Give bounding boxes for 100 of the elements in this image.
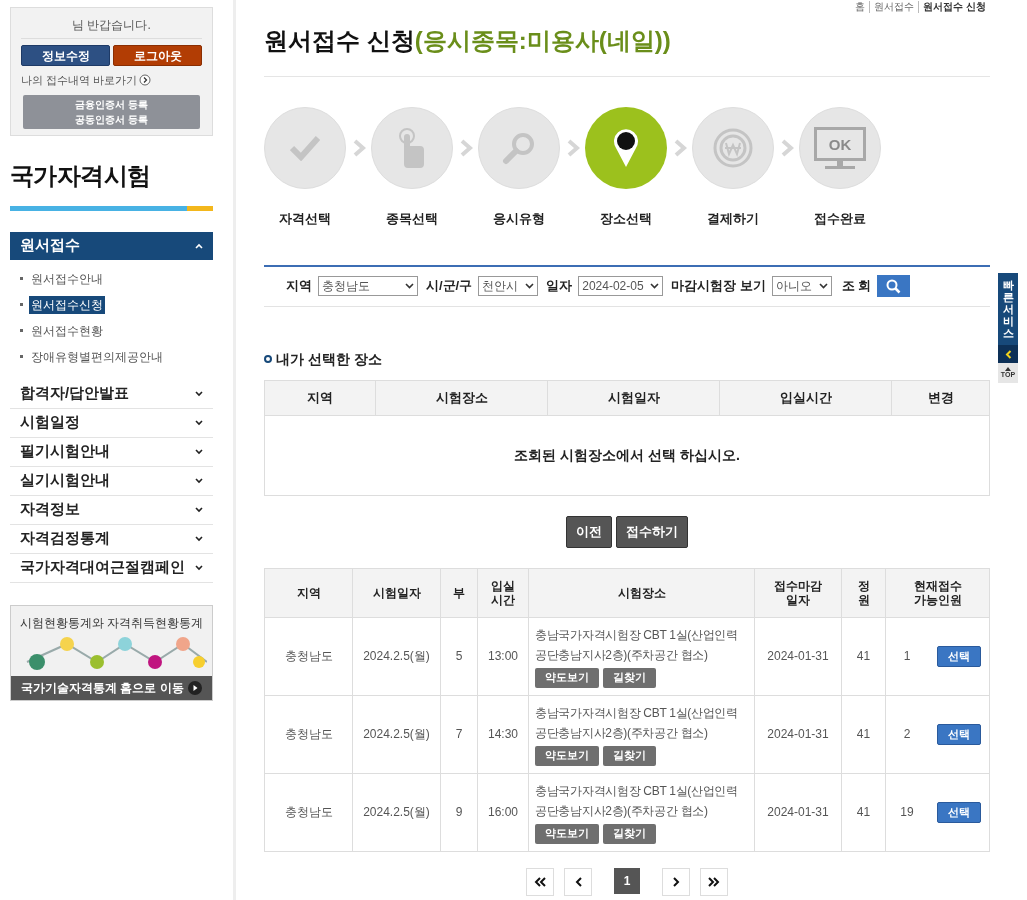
directions-button[interactable]: 길찾기 [603,667,656,688]
statistics-banner[interactable]: 시험현황통계와 자격취득현황통계 국가기술자격통계 홈으로 이동 [10,604,213,701]
breadcrumb-link[interactable]: 홈 [851,1,870,13]
menu-item[interactable]: 원서접수 [10,231,213,260]
logout-button[interactable]: 로그아웃 [113,45,202,66]
first-page-button[interactable] [526,867,554,896]
filter-select[interactable]: 2024-02-05 [578,276,664,296]
table-cell: 2024.2.5(월) [352,772,440,851]
chevron-down-icon [195,419,203,426]
chevron-down-icon [195,564,203,571]
pointing-hand-icon [398,128,426,168]
step-label: 응시유형 [493,210,545,228]
submenu-item[interactable]: 원서접수신청 [29,295,105,314]
search-icon [886,278,902,294]
map-button[interactable]: 약도보기 [535,745,599,766]
my-applications-link[interactable]: 나의 접수내역 바로가기 [21,72,138,89]
directions-button[interactable]: 길찾기 [603,823,656,844]
table-cell: 2024.2.5(월) [352,694,440,773]
column-header: 정 원 [841,568,885,617]
submenu-item[interactable]: 원서접수안내 [29,269,105,288]
select-button[interactable]: 선택 [936,645,981,667]
table-cell: 2024-01-31 [754,694,841,773]
column-header: 시험장소 [375,380,547,415]
table-cell: 41 [841,694,885,773]
chevron-left-icon[interactable] [1004,349,1012,359]
filter-select[interactable]: 충청남도 [318,276,418,296]
column-header: 부 [440,568,477,617]
column-header: 시험일자 [547,380,719,415]
quick-service-tab[interactable]: 빠른서비스 [998,273,1018,346]
search-label: 조 회 [841,277,872,296]
banner-title: 시험현황통계와 자격취득현황통계 [18,614,205,632]
filter-label: 시/군/구 [426,277,473,296]
submenu-item[interactable]: 장애유형별편의제공안내 [29,347,165,366]
page-button[interactable]: 1 [614,867,640,894]
column-header: 시험장소 [528,568,754,617]
exam-place-text: 충남국가자격시험장 CBT 1실(산업인력공단충남지사2층)(주차공간 협소) [535,626,739,664]
page-subtitle: (응시종목:미용사(네일)) [414,26,671,56]
section-title: 내가 선택한 장소 [276,349,382,369]
sidebar-title: 국가자격시험 [10,160,152,191]
chevron-left-icon [574,876,582,887]
filter-select[interactable]: 아니오 [771,276,832,296]
dropdown-caret-icon [525,283,535,289]
map-button[interactable]: 약도보기 [535,823,599,844]
table-cell: 충청남도 [265,772,352,851]
exam-place-text: 충남국가자격시험장 CBT 1실(산업인력공단충남지사2층)(주차공간 협소) [535,704,739,742]
last-page-button[interactable] [700,867,728,896]
menu-item[interactable]: 필기시험안내 [10,437,213,467]
table-cell: 41 [841,616,885,695]
filter-label: 지역 [286,277,312,296]
select-button[interactable]: 선택 [936,723,981,745]
column-header: 입실 시간 [477,568,528,617]
chevron-down-icon [195,535,203,542]
menu-item[interactable]: 국가자격대여근절캠페인 [10,553,213,583]
menu-item[interactable]: 시험일정 [10,408,213,438]
column-header: 지역 [306,388,334,407]
dropdown-caret-icon [650,283,660,289]
table-cell: 41 [841,772,885,851]
edit-profile-button[interactable]: 정보수정 [21,45,110,66]
play-circle-icon [187,680,202,695]
breadcrumb-link[interactable]: 원서접수 신청 [918,1,990,13]
table-cell: 충청남도 [265,616,352,695]
submit-button[interactable]: 접수하기 [616,515,688,548]
next-page-button[interactable] [662,867,690,896]
menu-item[interactable]: 실기시험안내 [10,466,213,496]
submenu-item[interactable]: 원서접수현황 [29,321,105,340]
table-cell: 충청남도 [265,694,352,773]
step-label: 자격선택 [279,210,331,228]
column-header: 현재접수 가능인원 [885,568,989,617]
directions-button[interactable]: 길찾기 [603,745,656,766]
search-button[interactable] [877,275,911,297]
ring-bullet-icon [264,355,272,363]
table-cell: 9 [440,772,477,851]
chevron-right-icon [672,876,680,887]
column-header: 변경 [891,380,989,415]
chevron-up-icon [195,242,203,249]
chevron-right-icon [351,138,366,158]
filter-select[interactable]: 천안시 [478,276,539,296]
double-chevron-left-icon [534,876,546,887]
map-button[interactable]: 약도보기 [535,667,599,688]
menu-item[interactable]: 자격검정통계 [10,524,213,554]
chevron-down-icon [195,477,203,484]
table-cell: 2024-01-31 [754,772,841,851]
previous-button[interactable]: 이전 [566,515,612,548]
step-label: 장소선택 [600,210,652,228]
breadcrumb-link[interactable]: 원서접수 [869,1,919,13]
table-cell: 16:00 [477,772,528,851]
table-cell: 5 [440,616,477,695]
menu-item[interactable]: 합격자/답안발표 [10,379,213,409]
previous-page-button[interactable] [564,867,592,896]
chevron-down-icon [195,506,203,513]
filter-label: 일자 [546,277,573,296]
page-title: 원서접수 신청 [264,26,415,56]
map-pin-icon [613,128,639,168]
table-cell: 13:00 [477,616,528,695]
select-button[interactable]: 선택 [936,801,981,823]
menu-item[interactable]: 자격정보 [10,495,213,525]
table-cell: 2024.2.5(월) [352,616,440,695]
table-cell: 19 [885,772,928,851]
chevron-right-icon [565,138,580,158]
caret-up-icon [1005,367,1011,372]
